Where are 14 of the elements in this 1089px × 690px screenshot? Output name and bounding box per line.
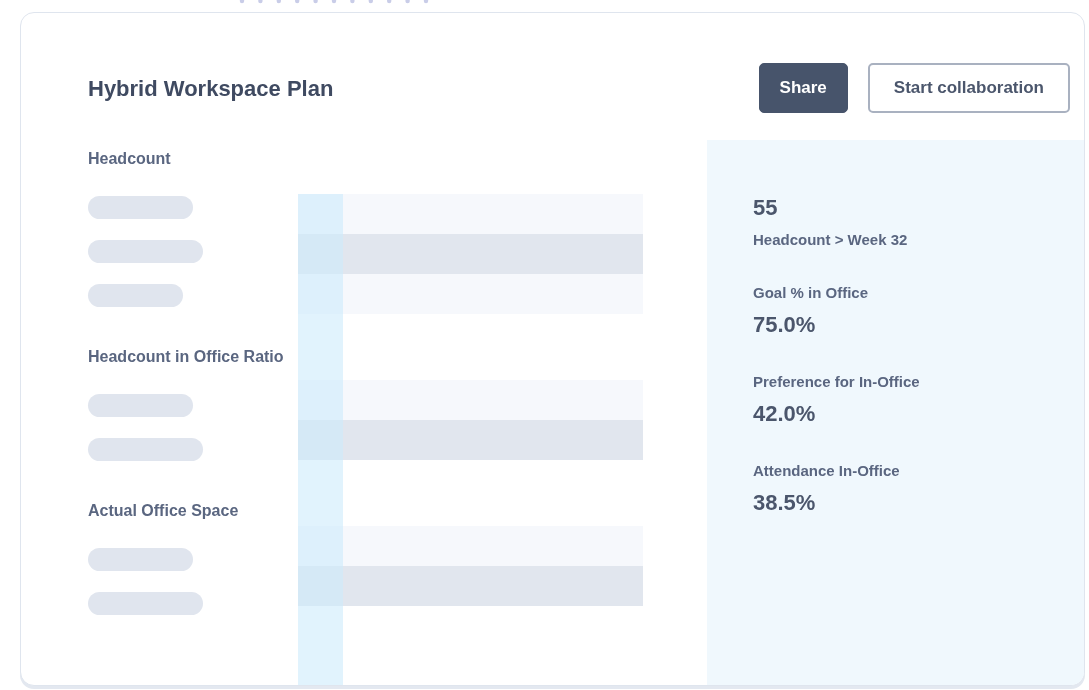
stat-label: Headcount > Week 32 (753, 230, 909, 250)
collaboration-button[interactable]: Start collaboration (867, 63, 1070, 113)
stat-label: Preference for In-Office (753, 372, 921, 392)
stat-value: 75.0% (753, 311, 817, 339)
stat-value: 42.0% (753, 400, 817, 428)
section-label: Actual Office Space (88, 501, 240, 521)
section-label: Headcount in Office Ratio (88, 347, 285, 367)
section-label: Headcount (88, 149, 172, 169)
card-title: Hybrid Workspace Plan (88, 74, 335, 103)
stat-label: Attendance In-Office (753, 461, 901, 481)
stat-value: 55 (753, 194, 779, 222)
stat-label: Goal % in Office (753, 283, 870, 303)
share-button[interactable]: Share (758, 63, 848, 113)
stat-value: 38.5% (753, 489, 817, 517)
